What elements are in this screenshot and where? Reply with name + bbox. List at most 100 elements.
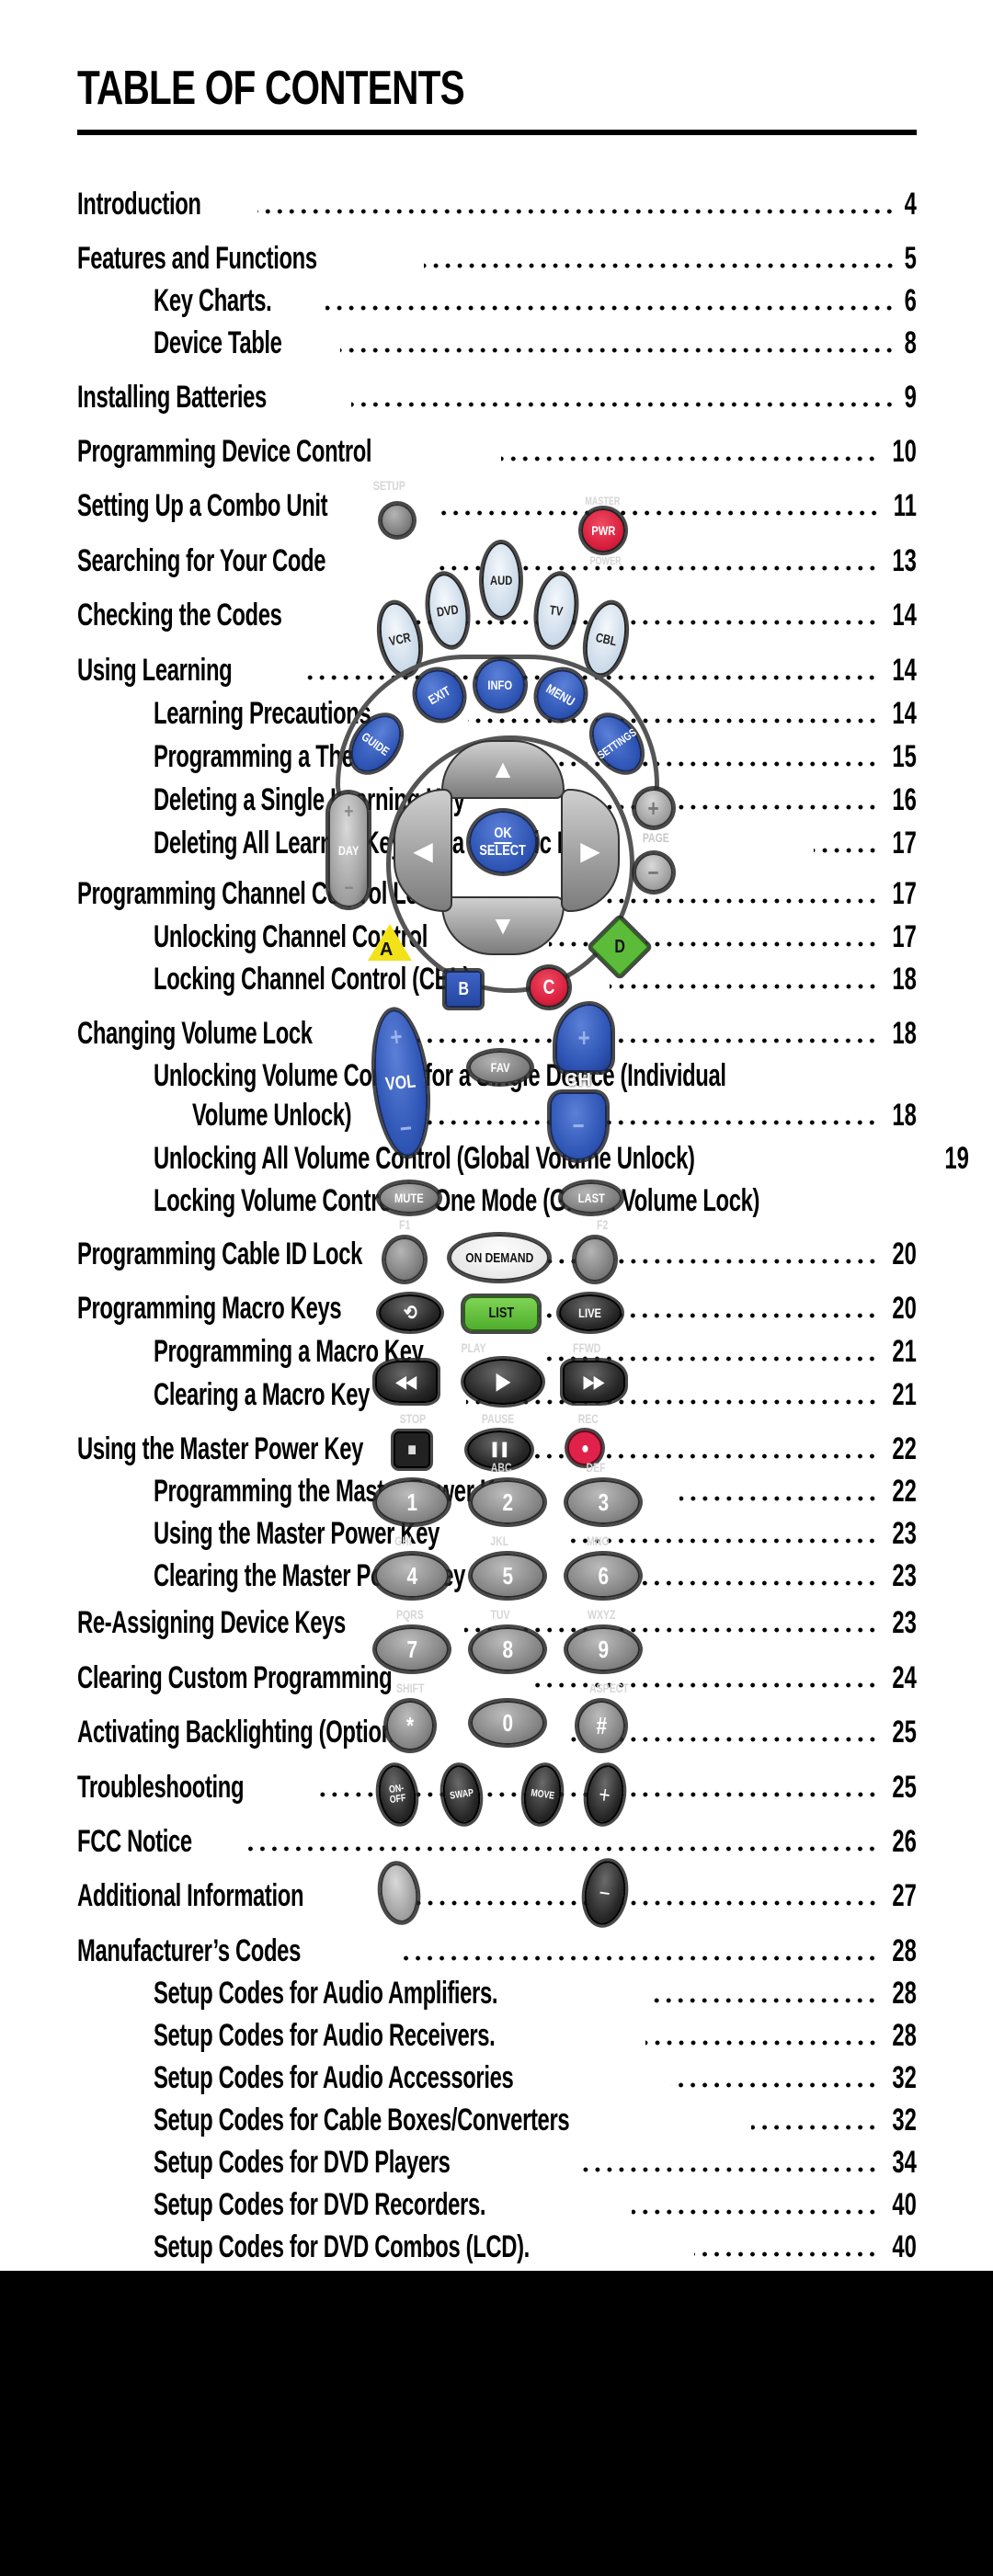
pip-blank-key[interactable] — [376, 1861, 422, 1925]
f1-label: F1 — [399, 1217, 411, 1232]
toc-entry[interactable]: Setting Up a Combo Unit 11 — [77, 487, 917, 524]
channel-down[interactable]: − — [550, 1092, 607, 1160]
key-letters-label: WXYZ — [588, 1607, 616, 1622]
dot-leader — [813, 848, 879, 853]
toc-entry-title: Programming Macro Keys — [77, 1291, 342, 1326]
number-key[interactable]: 9 — [566, 1627, 640, 1671]
dot-leader — [565, 1538, 879, 1544]
page-up-key[interactable]: + — [634, 789, 673, 827]
live-key[interactable]: LIVE — [559, 1294, 622, 1331]
ffwd-label: FFWD — [573, 1340, 601, 1355]
setup-key[interactable] — [381, 504, 414, 537]
toc-entry[interactable]: Installing Batteries 9 — [77, 379, 917, 416]
toc-entry[interactable]: Manufacturer’s Codes 28 — [77, 1932, 917, 1969]
toc-entry[interactable]: Unlocking Volume Control for a Single De… — [154, 1057, 917, 1094]
mute-key[interactable]: MUTE — [379, 1182, 439, 1214]
number-key[interactable]: * — [386, 1701, 434, 1750]
f1-key[interactable] — [384, 1237, 425, 1282]
on-demand-key[interactable]: ON DEMAND — [450, 1235, 549, 1281]
a-key-label: A — [380, 940, 394, 960]
toc-entry-title: Introduction — [77, 187, 201, 222]
toc-entry-page-number: 18 — [892, 962, 917, 997]
toc-entry-title: Setup Codes for Audio Amplifiers. — [154, 1976, 498, 2011]
number-key[interactable]: 4 — [375, 1554, 449, 1598]
toc-entry[interactable]: Setup Codes for DVD Combos (LCD). 40 — [154, 2228, 917, 2265]
toc-entry[interactable]: Features and Functions 5 — [77, 240, 917, 277]
stop-key[interactable]: ■ — [394, 1431, 430, 1468]
device-key-tv[interactable]: TV — [531, 571, 581, 650]
arrow-up-icon: ▲ — [490, 755, 516, 783]
toc-entry[interactable]: Additional Information 27 — [77, 1877, 917, 1914]
toc-entry[interactable]: Setup Codes for DVD Recorders. 40 — [154, 2186, 917, 2223]
ok-select-key[interactable]: OK SELECT — [469, 811, 537, 873]
number-key[interactable]: 8 — [471, 1627, 544, 1671]
toc-entry-page-number: 40 — [892, 2229, 917, 2264]
toc-entry[interactable]: FCC Notice 26 — [77, 1823, 917, 1860]
number-key[interactable]: 0 — [471, 1701, 544, 1745]
toc-entry[interactable]: Setup Codes for Audio Accessories 32 — [154, 2059, 917, 2096]
number-key[interactable]: 3 — [566, 1480, 640, 1524]
dot-leader — [648, 1998, 879, 2003]
toc-entry-page-number: 32 — [892, 2103, 917, 2137]
toc-entry-page-number: 24 — [892, 1660, 917, 1695]
c-key[interactable]: C — [529, 967, 569, 1008]
toc-entry[interactable]: Programming Device Control 10 — [77, 433, 917, 470]
toc-entry-title: FCC Notice — [77, 1824, 192, 1859]
toc-entry-title: Learning Precautions — [154, 696, 371, 731]
toc-entry[interactable]: Programming a Macro Key 21 — [154, 1333, 917, 1370]
toc-entry-page-number: 14 — [892, 653, 917, 688]
toc-entry[interactable]: Troubleshooting 25 — [77, 1769, 917, 1806]
toc-entry[interactable]: Setup Codes for DVD Players 34 — [154, 2144, 917, 2181]
arrow-right-icon: ▶ — [580, 836, 600, 865]
device-key-aud[interactable]: AUD — [482, 542, 520, 618]
replay-key[interactable]: ⟲ — [379, 1294, 441, 1331]
dot-leader — [438, 510, 881, 516]
toc-entry[interactable]: Unlocking All Volume Control (Global Vol… — [154, 1140, 969, 1177]
toc-entry[interactable]: Locking Volume Control To One Mode (Glob… — [154, 1182, 917, 1219]
pip-minus-key[interactable]: − — [580, 1858, 630, 1928]
number-key[interactable]: # — [577, 1701, 625, 1750]
device-key-dvd[interactable]: DVD — [423, 571, 473, 650]
key-letters-label: SHIFT — [396, 1681, 425, 1695]
last-key[interactable]: LAST — [561, 1182, 622, 1214]
toc-entry[interactable]: Setup Codes for Audio Amplifiers. 28 — [154, 1975, 917, 2012]
info-key[interactable]: INFO — [475, 659, 525, 711]
number-key[interactable]: 5 — [471, 1554, 544, 1598]
power-key[interactable]: PWR — [581, 508, 625, 553]
toc-entry-title: Locking Volume Control To One Mode (Glob… — [154, 1183, 760, 1218]
key-letters-label: PQRS — [395, 1607, 424, 1622]
dot-leader — [257, 209, 896, 214]
toc-entry-page-number: 6 — [904, 283, 917, 318]
page-down-key[interactable]: − — [634, 853, 673, 892]
key-letters-label: GHI — [394, 1533, 412, 1548]
fast-forward-icon: ▶▶ — [583, 1373, 605, 1391]
f2-key[interactable] — [575, 1237, 615, 1282]
toc-entry[interactable]: Device Table 8 — [154, 325, 917, 361]
number-key[interactable]: 6 — [566, 1554, 640, 1598]
toc-entry-title: Troubleshooting — [77, 1770, 245, 1805]
fav-key[interactable]: FAV — [469, 1051, 531, 1084]
fast-forward-key[interactable]: ▶▶ — [563, 1361, 625, 1403]
number-key[interactable]: 1 — [375, 1480, 449, 1524]
b-key[interactable]: B — [445, 971, 482, 1008]
day-rocker[interactable]: + DAY − — [328, 792, 369, 907]
toc-entry[interactable]: Using the Master Power Key 23 — [154, 1515, 917, 1552]
number-key[interactable]: 7 — [375, 1627, 449, 1671]
list-key[interactable]: LIST — [463, 1296, 539, 1331]
toc-entry[interactable]: Setup Codes for Cable Boxes/Converters 32 — [154, 2102, 917, 2138]
toc-entry-page-number: 26 — [892, 1824, 917, 1859]
rewind-key[interactable]: ◀◀ — [375, 1361, 438, 1403]
toc-entry-page-number: 23 — [892, 1558, 917, 1593]
toc-entry-page-number: 19 — [944, 1141, 969, 1176]
toc-entry-title: Re-Assigning Device Keys — [77, 1605, 346, 1640]
toc-entry[interactable]: Key Charts. 6 — [154, 282, 917, 319]
key-letters-label: JKL — [490, 1533, 509, 1548]
toc-entry[interactable]: Setup Codes for Audio Receivers. 28 — [154, 2017, 917, 2054]
channel-label: CH — [565, 1070, 591, 1090]
play-key[interactable]: ▶ — [463, 1359, 542, 1405]
toc-entry[interactable]: Introduction 4 — [77, 186, 917, 222]
toc-entry[interactable]: Changing Volume Lock 18 — [77, 1015, 917, 1052]
number-key[interactable]: 2 — [471, 1480, 544, 1524]
dot-leader — [423, 1120, 879, 1125]
rewind-icon: ◀◀ — [395, 1373, 417, 1391]
